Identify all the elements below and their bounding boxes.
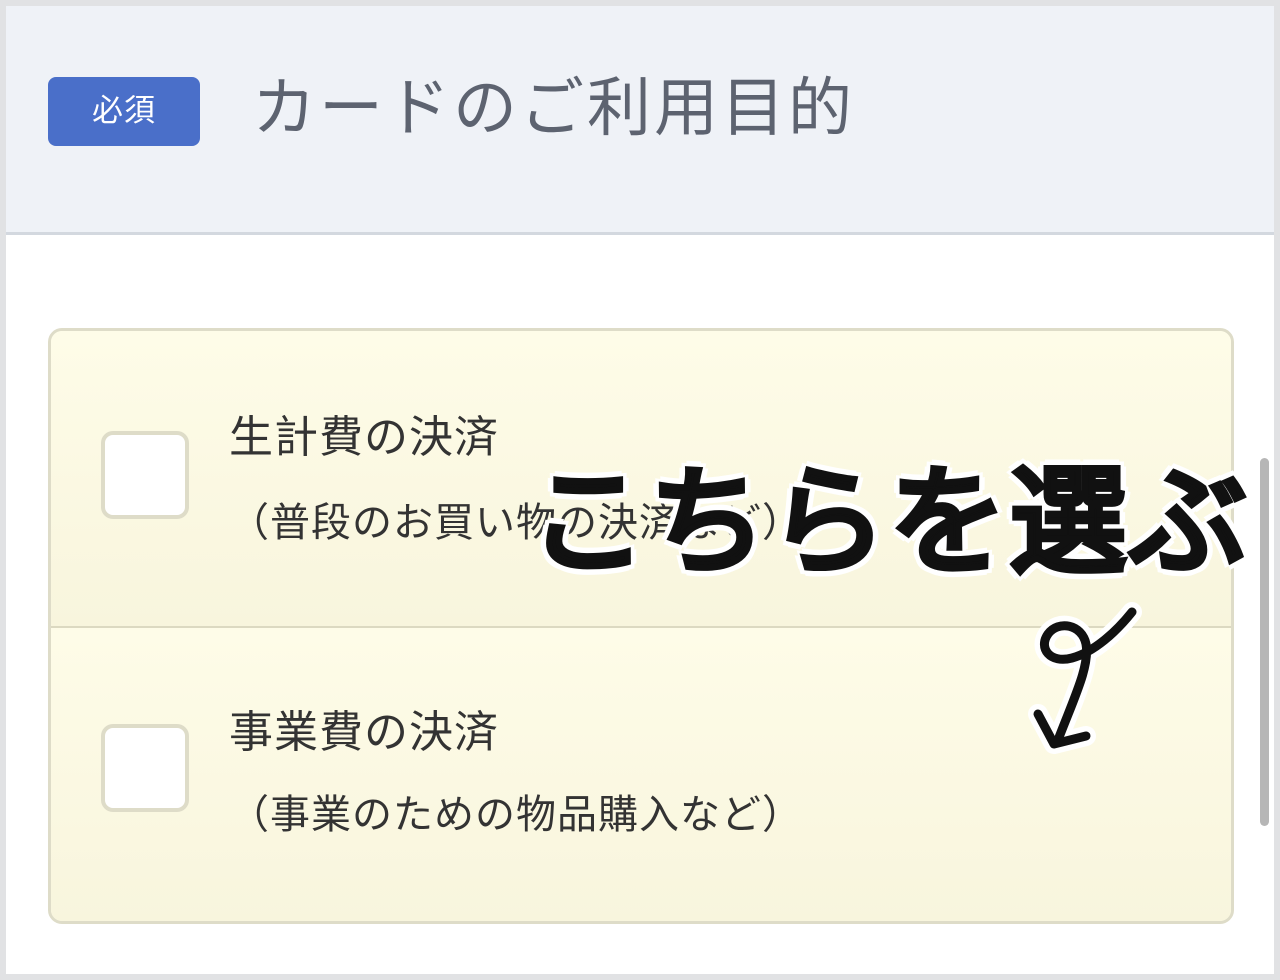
option-living-expenses[interactable]: 生計費の決済 （普段のお買い物の決済など） — [51, 331, 1231, 626]
business-expenses-checkbox[interactable] — [101, 724, 189, 812]
option-business-expenses[interactable]: 事業費の決済 （事業のための物品購入など） — [51, 628, 1231, 921]
option-sublabel: （事業のための物品購入など） — [229, 792, 803, 838]
option-label: 生計費の決済 — [229, 412, 499, 463]
living-expenses-checkbox[interactable] — [101, 431, 189, 519]
option-sublabel: （普段のお買い物の決済など） — [229, 500, 803, 546]
option-label: 事業費の決済 — [229, 707, 499, 758]
section-title: カードのご利用目的 — [252, 72, 855, 146]
purpose-options: 生計費の決済 （普段のお買い物の決済など） 事業費の決済 （事業のための物品購入… — [48, 328, 1234, 924]
section-header: 必須 カードのご利用目的 — [6, 6, 1274, 235]
form-frame: 必須 カードのご利用目的 生計費の決済 （普段のお買い物の決済など） 事業費の決… — [6, 6, 1274, 974]
scrollbar-thumb[interactable] — [1260, 458, 1269, 826]
required-badge: 必須 — [48, 77, 200, 146]
